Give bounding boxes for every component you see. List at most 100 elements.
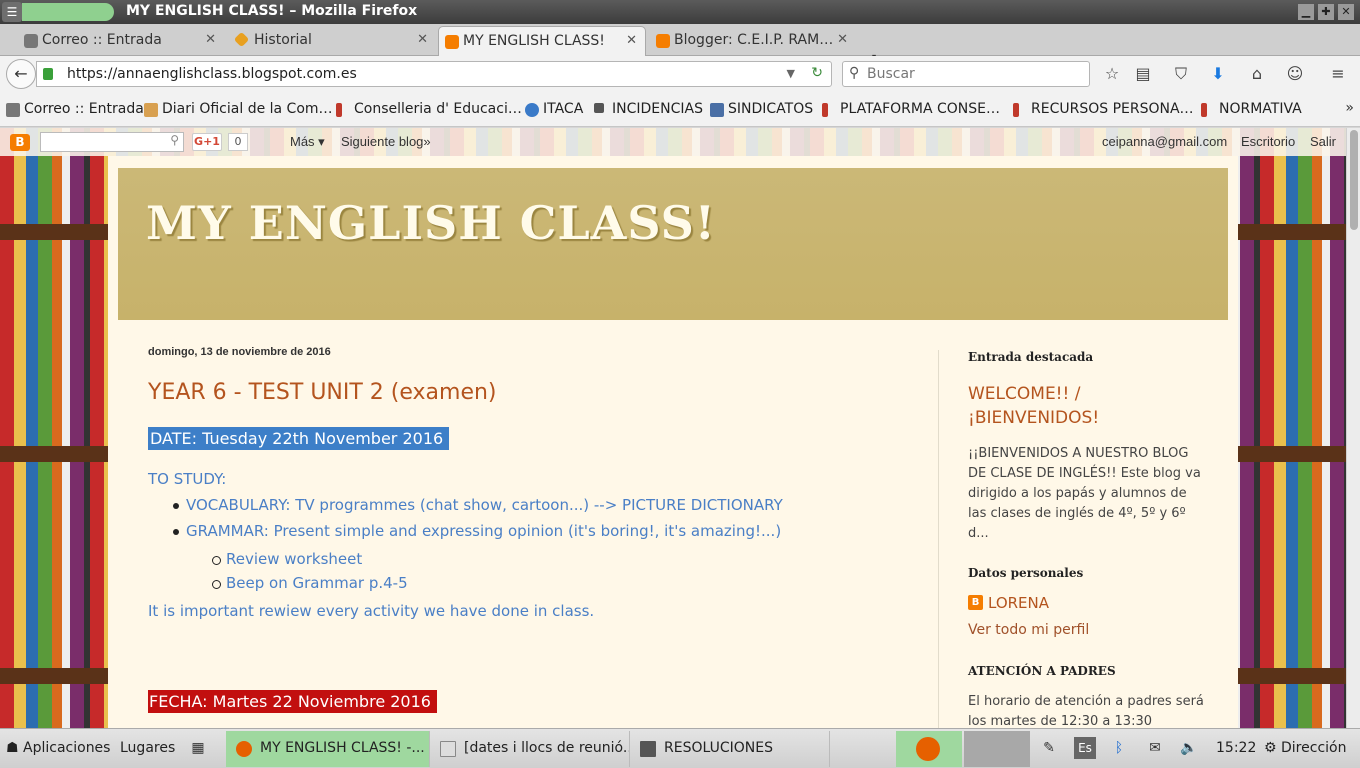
grammar-sublist: Review worksheet Beep on Grammar p.4-5: [212, 550, 928, 592]
window-label: [dates i llocs de reunió....: [464, 740, 630, 756]
close-tab-icon[interactable]: ✕: [205, 32, 216, 47]
tab-blogger[interactable]: Blogger: C.E.I.P. RAM… ✕: [650, 26, 856, 56]
blogger-navbar: B ⚲ G+1 0 Más ▾ Siguiente blog» ceipanna…: [0, 128, 1346, 156]
apps-label: Aplicaciones: [23, 740, 111, 756]
blog-title[interactable]: MY ENGLISH CLASS!: [146, 196, 716, 250]
workspace-2[interactable]: [964, 731, 1030, 767]
history-icon: [233, 31, 250, 48]
user-label: Dirección: [1281, 740, 1347, 756]
bookmark-recursos[interactable]: RECURSOS PERSONA…: [1011, 101, 1194, 117]
search-icon: ⚲: [849, 65, 860, 81]
desktop-link[interactable]: Escritorio: [1241, 134, 1295, 149]
hamburger-menu-icon[interactable]: ≡: [1328, 64, 1348, 84]
reload-icon[interactable]: ↻: [811, 65, 823, 81]
bookmark-incidencias[interactable]: INCIDENCIAS: [592, 101, 703, 117]
fecha-line: FECHA: Martes 22 Noviembre 2016: [148, 690, 437, 713]
pen-icon[interactable]: ✎: [1038, 737, 1060, 759]
scrollbar-thumb[interactable]: [1350, 130, 1358, 230]
tab-strip: Correo :: Entrada ✕ Historial ✕ MY ENGLI…: [0, 24, 1360, 73]
list-item: GRAMMAR: Present simple and expressing o…: [173, 522, 928, 592]
next-blog-link[interactable]: Siguiente blog»: [341, 134, 431, 149]
minimize-icon[interactable]: ▁: [1298, 4, 1314, 20]
user-email: ceipanna@gmail.com: [1102, 134, 1228, 149]
parents-heading: ATENCIÓN A PADRES: [968, 664, 1116, 678]
bookmark-icon: [144, 103, 158, 117]
downloads-icon[interactable]: ⬇: [1208, 64, 1228, 84]
important-note: It is important rewiew every activity we…: [148, 602, 595, 620]
workspace-1[interactable]: [896, 731, 962, 767]
search-input[interactable]: ⚲ Buscar: [842, 61, 1090, 87]
firefox-icon: [916, 737, 940, 761]
list-item: Review worksheet: [212, 550, 928, 568]
bookmark-sindicatos[interactable]: SINDICATOS: [708, 101, 813, 117]
bookmark-diari-oficial[interactable]: Diari Oficial de la Com…: [142, 101, 333, 117]
home-icon[interactable]: ⌂: [1247, 64, 1267, 84]
close-tab-icon[interactable]: ✕: [837, 32, 848, 47]
blog-header: MY ENGLISH CLASS!: [118, 168, 1228, 320]
window-label: RESOLUCIONES: [664, 740, 773, 756]
bookmark-normativa[interactable]: NORMATIVA: [1199, 101, 1302, 117]
taskbar-window-resoluciones[interactable]: RESOLUCIONES: [630, 731, 830, 767]
parents-text: El horario de atención a padres será los…: [968, 694, 1204, 728]
bookmarks-overflow-icon[interactable]: »: [1345, 100, 1354, 116]
user-menu[interactable]: ⚙ Dirección: [1264, 740, 1346, 756]
desktop-icon[interactable]: ▦: [182, 737, 214, 759]
url-bar[interactable]: https://annaenglishclass.blogspot.com.es…: [36, 61, 832, 87]
maximize-icon[interactable]: ✚: [1318, 4, 1334, 20]
personal-data-heading: Datos personales: [968, 566, 1084, 580]
places-menu[interactable]: Lugares: [120, 740, 175, 756]
taskbar-window-dates[interactable]: [dates i llocs de reunió....: [430, 731, 630, 767]
bluetooth-icon[interactable]: ᛒ: [1108, 737, 1130, 759]
bookmark-correo[interactable]: Correo :: Entrada: [4, 101, 144, 117]
more-menu[interactable]: Más ▾: [290, 134, 325, 150]
close-tab-icon[interactable]: ✕: [417, 32, 428, 47]
tab-label: Correo :: Entrada: [42, 32, 162, 48]
reading-list-icon[interactable]: ▤: [1133, 64, 1153, 84]
bookmark-itaca[interactable]: ITACA: [523, 101, 583, 117]
window-titlebar: ☰ MY ENGLISH CLASS! – Mozilla Firefox ▁ …: [0, 0, 1360, 24]
tab-correo[interactable]: Correo :: Entrada ✕: [18, 26, 224, 56]
volume-icon[interactable]: 🔈: [1178, 737, 1200, 759]
blogger-logo-icon[interactable]: B: [10, 134, 30, 151]
blog-content: MY ENGLISH CLASS! domingo, 13 de noviemb…: [108, 156, 1238, 728]
blog-search-input[interactable]: ⚲: [40, 132, 184, 152]
bookmark-icon: [822, 103, 828, 117]
firefox-icon: [236, 741, 252, 757]
bookmark-star-icon[interactable]: ☆: [1102, 64, 1122, 84]
profile-name[interactable]: B LORENA: [968, 594, 1208, 612]
post-date: domingo, 13 de noviembre de 2016: [148, 346, 331, 358]
chat-icon[interactable]: ☺: [1285, 64, 1305, 84]
blogger-icon: [445, 35, 459, 49]
keyboard-layout[interactable]: Es: [1074, 737, 1096, 759]
back-button[interactable]: ←: [6, 59, 36, 89]
url-dropdown-icon[interactable]: ▼: [787, 67, 795, 80]
window-menu-icon[interactable]: ☰: [2, 2, 22, 22]
profile-link[interactable]: Ver todo mi perfil: [968, 622, 1208, 638]
featured-post-title[interactable]: WELCOME!! / ¡BIENVENIDOS!: [968, 382, 1208, 430]
bookmark-conselleria[interactable]: Conselleria d' Educaci…: [334, 101, 522, 117]
post-title[interactable]: YEAR 6 - TEST UNIT 2 (examen): [148, 380, 928, 405]
page-scrollbar[interactable]: [1346, 128, 1360, 728]
post-date-line: DATE: Tuesday 22th November 2016: [148, 427, 450, 450]
bookmark-label: RECURSOS PERSONA…: [1031, 101, 1194, 117]
applications-menu[interactable]: ☗ Aplicaciones: [6, 740, 110, 756]
clock[interactable]: 15:22: [1216, 740, 1256, 756]
mail-icon[interactable]: ✉: [1144, 737, 1166, 759]
bookmark-plataforma[interactable]: PLATAFORMA CONSE…: [820, 101, 1000, 117]
gplus-button[interactable]: G+1: [192, 133, 222, 151]
close-tab-icon[interactable]: ✕: [626, 33, 637, 48]
sidebar: Entrada destacada WELCOME!! / ¡BIENVENID…: [968, 350, 1208, 728]
blogger-icon: B: [968, 595, 983, 610]
bookmark-label: PLATAFORMA CONSE…: [840, 101, 1001, 117]
logout-link[interactable]: Salir: [1310, 134, 1336, 149]
bookmark-icon: [1013, 103, 1019, 117]
tab-my-english-class[interactable]: MY ENGLISH CLASS! ✕: [438, 26, 646, 56]
study-list: VOCABULARY: TV programmes (chat show, ca…: [173, 496, 928, 592]
apps-icon: ☗: [6, 740, 24, 756]
taskbar-window-firefox[interactable]: MY ENGLISH CLASS! -...: [226, 731, 430, 767]
close-window-icon[interactable]: ✕: [1338, 4, 1354, 20]
bookmark-label: Correo :: Entrada: [24, 101, 144, 117]
pocket-icon[interactable]: ⛉: [1171, 64, 1191, 84]
tab-historial[interactable]: Historial ✕: [230, 26, 436, 56]
gplus-count: 0: [228, 133, 248, 151]
